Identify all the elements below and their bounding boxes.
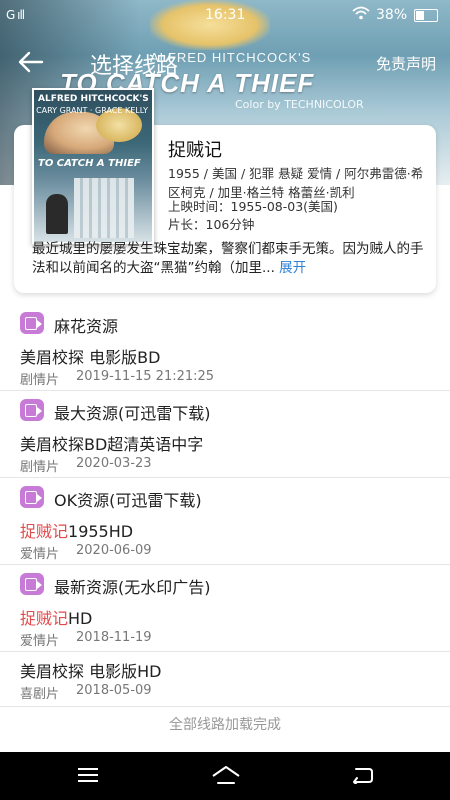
synopsis: 最近城里的屡屡发生珠宝劫案，警察们都束手无策。因为贼人的手法和以前闻名的大盗“黑… <box>32 240 428 278</box>
item-title-text: 1955HD <box>68 522 134 541</box>
source-group: OK资源(可迅雷下载) 捉贼记1955HD 爱情片 2020-06-09 <box>0 478 450 565</box>
menu-icon[interactable] <box>78 768 98 782</box>
app-bar: 选择线路 免责声明 <box>0 44 450 84</box>
source-list: 麻花资源 美眉校探 电影版BD 剧情片 2019-11-15 21:21:25 … <box>0 304 450 707</box>
item-date: 2020-03-23 <box>76 456 152 471</box>
source-item[interactable]: 美眉校探BD超清英语中字 剧情片 2020-03-23 <box>0 431 450 478</box>
item-title: 捉贼记1955HD <box>20 518 133 542</box>
source-group: 最大资源(可迅雷下载) 美眉校探BD超清英语中字 剧情片 2020-03-23 <box>0 391 450 478</box>
source-group: 最新资源(无水印广告) 捉贼记HD 爱情片 2018-11-19 <box>0 565 450 652</box>
source-item[interactable]: 美眉校探 电影版HD 喜剧片 2018-05-09 <box>0 658 450 707</box>
item-date: 2018-11-19 <box>76 630 152 645</box>
poster-head-text: ALFRED HITCHCOCK'S <box>38 94 149 104</box>
page-title: 选择线路 <box>90 54 179 79</box>
item-title: 美眉校探 电影版BD <box>20 344 160 368</box>
system-nav-bar <box>0 752 450 800</box>
movie-title: 捉贼记 <box>168 140 222 161</box>
status-time: 16:31 <box>205 7 246 23</box>
item-title: 美眉校探 电影版HD <box>20 662 162 681</box>
source-header: OK资源(可迅雷下载) <box>0 478 450 518</box>
battery-icon <box>414 9 438 22</box>
video-source-icon <box>20 399 44 421</box>
load-complete-note: 全部线路加载完成 <box>169 717 281 733</box>
synopsis-text: 最近城里的屡屡发生珠宝劫案，警察们都束手无策。因为贼人的手法和以前闻名的大盗“黑… <box>32 241 424 276</box>
source-group: 麻花资源 美眉校探 电影版BD 剧情片 2019-11-15 21:21:25 <box>0 304 450 391</box>
item-title-text: 美眉校探 电影版BD <box>20 348 161 367</box>
item-genre: 爱情片 <box>20 547 60 562</box>
item-genre: 剧情片 <box>20 373 60 388</box>
item-title-text: 美眉校探BD超清英语中字 <box>20 435 204 454</box>
item-title-highlight: 捉贼记 <box>20 609 69 628</box>
item-genre: 喜剧片 <box>20 687 60 702</box>
poster-figure-art <box>46 194 68 234</box>
item-title: 美眉校探BD超清英语中字 <box>20 431 203 455</box>
duration: 片长：106分钟 <box>168 217 255 232</box>
item-genre: 剧情片 <box>20 460 60 475</box>
source-item[interactable]: 美眉校探 电影版BD 剧情片 2019-11-15 21:21:25 <box>0 344 450 391</box>
banner-line3: Color by TECHNICOLOR <box>235 98 364 111</box>
video-source-icon <box>20 573 44 595</box>
item-date: 2018-05-09 <box>76 683 152 698</box>
wifi-icon <box>352 6 370 24</box>
disclaimer-link[interactable]: 免责声明 <box>376 53 436 74</box>
home-icon[interactable] <box>211 765 241 785</box>
status-bar: G ıll 16:31 38% <box>0 0 450 32</box>
expand-link[interactable]: 展开 <box>279 260 306 276</box>
item-genre: 爱情片 <box>20 634 60 649</box>
source-item[interactable]: 捉贼记HD 爱情片 2018-11-19 <box>0 605 450 652</box>
item-title-text: HD <box>68 609 93 628</box>
battery-percent: 38% <box>376 7 408 23</box>
item-title: 捉贼记HD <box>20 605 92 629</box>
source-header: 最大资源(可迅雷下载) <box>0 391 450 431</box>
source-item[interactable]: 捉贼记1955HD 爱情片 2020-06-09 <box>0 518 450 565</box>
signal-icon: G ıll <box>6 8 25 22</box>
poster-roof-art <box>74 178 134 238</box>
source-name: 最大资源(可迅雷下载) <box>54 404 211 423</box>
source-header: 麻花资源 <box>0 304 450 344</box>
source-name: 麻花资源 <box>54 317 119 336</box>
poster-cast-text: CARY GRANT · GRACE KELLY <box>36 106 148 115</box>
video-source-icon <box>20 486 44 508</box>
poster-title-text: TO CATCH A THIEF <box>38 158 141 169</box>
back-icon[interactable] <box>350 766 374 786</box>
release-date: 上映时间：1955-08-03(美国) <box>168 199 338 214</box>
back-arrow-icon[interactable] <box>18 44 44 82</box>
movie-poster[interactable]: ALFRED HITCHCOCK'S CARY GRANT · GRACE KE… <box>32 88 154 244</box>
source-name: OK资源(可迅雷下载) <box>54 491 202 510</box>
video-source-icon <box>20 312 44 334</box>
item-date: 2019-11-15 21:21:25 <box>76 369 215 384</box>
source-header: 最新资源(无水印广告) <box>0 565 450 605</box>
item-title-highlight: 捉贼记 <box>20 522 69 541</box>
item-date: 2020-06-09 <box>76 543 152 558</box>
source-name: 最新资源(无水印广告) <box>54 578 211 597</box>
